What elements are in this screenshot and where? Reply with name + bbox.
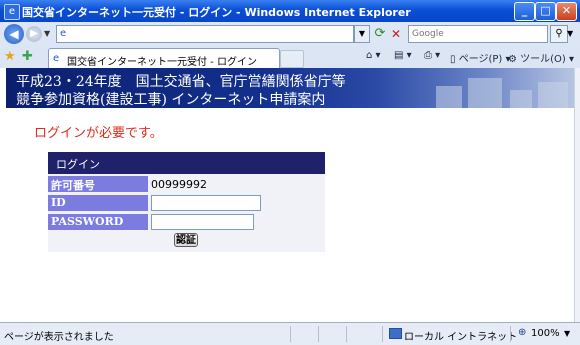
forward-button[interactable]: ▶ xyxy=(26,26,42,42)
recent-pages-dropdown[interactable]: ▼ xyxy=(44,29,50,38)
permit-number-value: 00999992 xyxy=(151,178,207,191)
back-button[interactable]: ◀ xyxy=(4,24,24,44)
status-divider xyxy=(318,326,319,342)
tools-menu-label: ツール(O) xyxy=(520,54,566,65)
search-button[interactable]: ⚲ xyxy=(550,25,568,43)
authenticate-button[interactable]: 認証 xyxy=(174,233,198,247)
stop-icon: ✕ xyxy=(390,27,402,41)
feed-icon[interactable]: ▤ ▾ xyxy=(394,50,412,61)
id-field[interactable] xyxy=(151,195,261,211)
id-label: ID xyxy=(48,195,148,211)
password-label-text: PASSWORD xyxy=(51,215,124,228)
new-tab-button[interactable] xyxy=(280,50,304,68)
banner-title-line1: 平成23・24年度 国土交通省、官庁営繕関係省庁等 xyxy=(16,74,346,90)
intranet-icon xyxy=(389,328,402,339)
page-menu[interactable]: ▯ ページ(P) ▾ xyxy=(450,50,511,65)
header-banner: 平成23・24年度 国土交通省、官庁営繕関係省庁等 競争参加資格(建設工事) イ… xyxy=(6,68,574,108)
login-required-message: ログインが必要です。 xyxy=(34,126,163,141)
zoom-dropdown[interactable]: ▼ xyxy=(564,329,570,338)
arrow-right-icon: ▶ xyxy=(30,28,38,39)
permit-number-label: 許可番号 xyxy=(48,176,148,192)
status-divider xyxy=(290,326,291,342)
add-favorite-icon[interactable]: ✚ xyxy=(22,49,33,64)
password-field[interactable] xyxy=(151,214,254,230)
banner-building xyxy=(538,82,568,108)
tools-menu[interactable]: ⚙ ツール(O) ▾ xyxy=(508,50,574,65)
refresh-icon: ⟳ xyxy=(374,26,386,41)
refresh-button[interactable]: ⟳ xyxy=(372,26,388,42)
minimize-button[interactable]: _ xyxy=(514,2,535,21)
home-icon[interactable]: ⌂ ▾ xyxy=(366,50,381,61)
login-form: ログイン 許可番号 00999992 ID PASSWORD 認証 xyxy=(48,152,325,252)
print-icon[interactable]: ⎙ ▾ xyxy=(424,50,440,61)
page-content: 平成23・24年度 国土交通省、官庁営繕関係省庁等 競争参加資格(建設工事) イ… xyxy=(0,68,574,322)
id-label-text: ID xyxy=(51,196,66,209)
ie-app-icon[interactable]: e xyxy=(4,4,20,20)
search-icon: ⚲ xyxy=(555,28,563,39)
id-input[interactable] xyxy=(152,197,260,210)
window-title: 国交省インターネット一元受付 - ログイン - Windows Internet… xyxy=(22,6,411,19)
search-box[interactable] xyxy=(408,25,548,43)
ie-page-icon: e xyxy=(60,28,67,39)
page-icon: ▯ xyxy=(450,54,456,65)
tab-login[interactable]: e 国交省インターネット一元受付 - ログイン xyxy=(48,48,280,69)
address-toolbar: ◀ ▶ ▼ e ▼ ⟳ ✕ ⚲ ▼ xyxy=(0,22,580,47)
banner-title-line2: 競争参加資格(建設工事) インターネット申請案内 xyxy=(16,92,326,108)
zoom-icon[interactable]: ⊕ xyxy=(518,327,526,338)
maximize-button[interactable]: □ xyxy=(535,2,556,21)
gear-icon: ⚙ xyxy=(508,54,517,65)
permit-number-label-text: 許可番号 xyxy=(51,179,95,192)
tab-toolbar: ★ ✚ e 国交省インターネット一元受付 - ログイン ⌂ ▾ ▤ ▾ ⎙ ▾ … xyxy=(0,46,580,69)
login-form-title: ログイン xyxy=(56,158,100,171)
status-text: ページが表示されました xyxy=(4,332,114,343)
status-divider xyxy=(510,326,511,342)
status-divider xyxy=(346,326,347,342)
status-bar: ページが表示されました ローカル イントラネット ⊕ 100% ▼ xyxy=(0,322,580,345)
zoom-level[interactable]: 100% xyxy=(531,328,560,339)
address-dropdown[interactable]: ▼ xyxy=(354,25,370,43)
star-icon[interactable]: ★ xyxy=(4,49,16,64)
title-bar: e 国交省インターネット一元受付 - ログイン - Windows Intern… xyxy=(0,0,580,22)
password-label: PASSWORD xyxy=(48,214,148,230)
banner-building xyxy=(510,90,532,108)
tab-label: 国交省インターネット一元受付 - ログイン xyxy=(67,57,257,68)
banner-building xyxy=(468,78,502,108)
stop-button[interactable]: ✕ xyxy=(388,26,404,42)
vertical-scrollbar[interactable] xyxy=(574,68,580,322)
ie-page-icon: e xyxy=(53,53,60,64)
page-menu-label: ページ(P) xyxy=(458,54,503,65)
login-form-header: ログイン xyxy=(48,152,325,174)
banner-building xyxy=(436,86,462,108)
password-input[interactable] xyxy=(152,216,253,229)
address-field[interactable]: e xyxy=(56,25,354,43)
search-options-dropdown[interactable]: ▼ xyxy=(567,29,573,38)
status-divider xyxy=(382,326,383,342)
security-zone-text: ローカル イントラネット xyxy=(404,332,518,343)
close-button[interactable]: ✕ xyxy=(556,2,577,21)
search-input[interactable] xyxy=(409,26,547,42)
arrow-left-icon: ◀ xyxy=(9,27,19,41)
